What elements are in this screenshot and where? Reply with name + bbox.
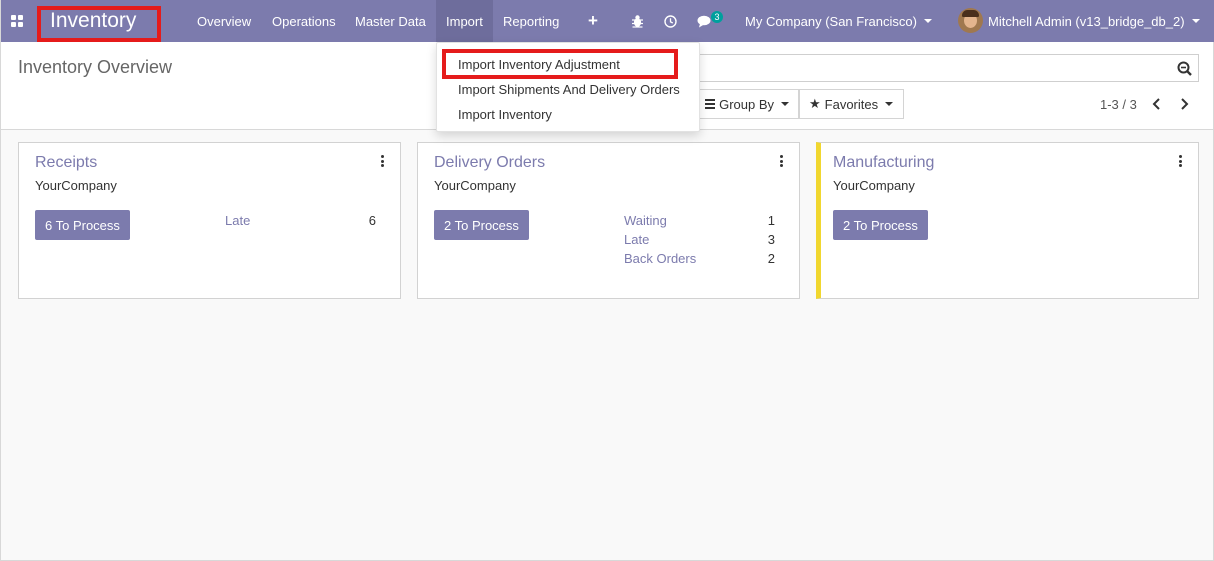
stat-late-count: 6 (368, 213, 376, 228)
card-company: YourCompany (833, 178, 915, 193)
favorites-label: Favorites (824, 96, 879, 112)
stat-waiting-link[interactable]: Waiting (624, 213, 667, 228)
page-title: Inventory Overview (18, 57, 173, 77)
card-company: YourCompany (35, 178, 117, 193)
apps-menu-icon[interactable] (11, 0, 25, 42)
group-by-button[interactable]: Group By (695, 89, 799, 119)
menu-overview[interactable]: Overview (187, 0, 261, 42)
user-menu[interactable]: Mitchell Admin (v13_bridge_db_2) (988, 0, 1200, 42)
card-title[interactable]: Delivery Orders (434, 154, 545, 172)
caret-down-icon (885, 102, 894, 106)
user-name: Mitchell Admin (v13_bridge_db_2) (988, 13, 1185, 29)
kanban-card-delivery-orders: Delivery Orders YourCompany 2 To Process… (417, 142, 800, 299)
menu-master-data[interactable]: Master Data (345, 0, 436, 42)
menu-reporting[interactable]: Reporting (493, 0, 569, 42)
to-process-button[interactable]: 6 To Process (35, 210, 130, 240)
caret-down-icon (1191, 19, 1200, 23)
kanban-card-manufacturing: Manufacturing YourCompany 2 To Process (816, 142, 1199, 299)
menu-item-import-inventory[interactable]: Import Inventory (458, 107, 552, 122)
top-navbar: Inventory Overview Operations Master Dat… (1, 0, 1214, 42)
kebab-menu-icon[interactable] (381, 155, 385, 169)
favorites-button[interactable]: ★ Favorites (799, 89, 904, 119)
company-switcher[interactable]: My Company (San Francisco) (745, 0, 932, 42)
to-process-button[interactable]: 2 To Process (434, 210, 529, 240)
caret-down-icon (781, 102, 789, 106)
dropdown-highlight-box (442, 49, 678, 79)
pager-value[interactable]: 1-3 / 3 (1100, 97, 1137, 112)
stat-late-count: 3 (767, 232, 775, 247)
group-by-label: Group By (719, 96, 774, 112)
user-avatar[interactable] (958, 8, 983, 33)
menu-import[interactable]: Import (436, 0, 493, 42)
kebab-menu-icon[interactable] (780, 155, 784, 169)
list-icon (705, 97, 716, 111)
brand-highlight-box (37, 6, 161, 42)
chevron-left-icon[interactable] (1149, 95, 1163, 113)
company-name: My Company (San Francisco) (745, 13, 917, 29)
search-input[interactable] (691, 54, 1199, 82)
kebab-menu-icon[interactable] (1179, 155, 1183, 169)
card-title[interactable]: Manufacturing (833, 154, 934, 172)
star-icon: ★ (809, 96, 821, 111)
menu-operations[interactable]: Operations (262, 0, 346, 42)
stat-late-link[interactable]: Late (624, 232, 649, 247)
chevron-right-icon[interactable] (1177, 95, 1191, 113)
to-process-button[interactable]: 2 To Process (833, 210, 928, 240)
caret-down-icon (923, 19, 932, 23)
debug-bug-icon[interactable] (630, 0, 644, 42)
card-company: YourCompany (434, 178, 516, 193)
search-icon[interactable] (1177, 61, 1192, 76)
plus-icon[interactable]: + (585, 0, 601, 42)
kanban-card-receipts: Receipts YourCompany 6 To Process Late 6 (18, 142, 401, 299)
stat-late-link[interactable]: Late (225, 213, 250, 228)
card-title[interactable]: Receipts (35, 154, 97, 172)
stat-back-orders-count: 2 (767, 251, 775, 266)
message-count-badge: 3 (711, 11, 723, 23)
messaging-chat-icon[interactable] (697, 0, 713, 42)
stat-waiting-count: 1 (767, 213, 775, 228)
stat-back-orders-link[interactable]: Back Orders (624, 251, 696, 266)
activity-clock-icon[interactable] (663, 0, 677, 42)
menu-item-import-shipments[interactable]: Import Shipments And Delivery Orders (458, 82, 680, 97)
